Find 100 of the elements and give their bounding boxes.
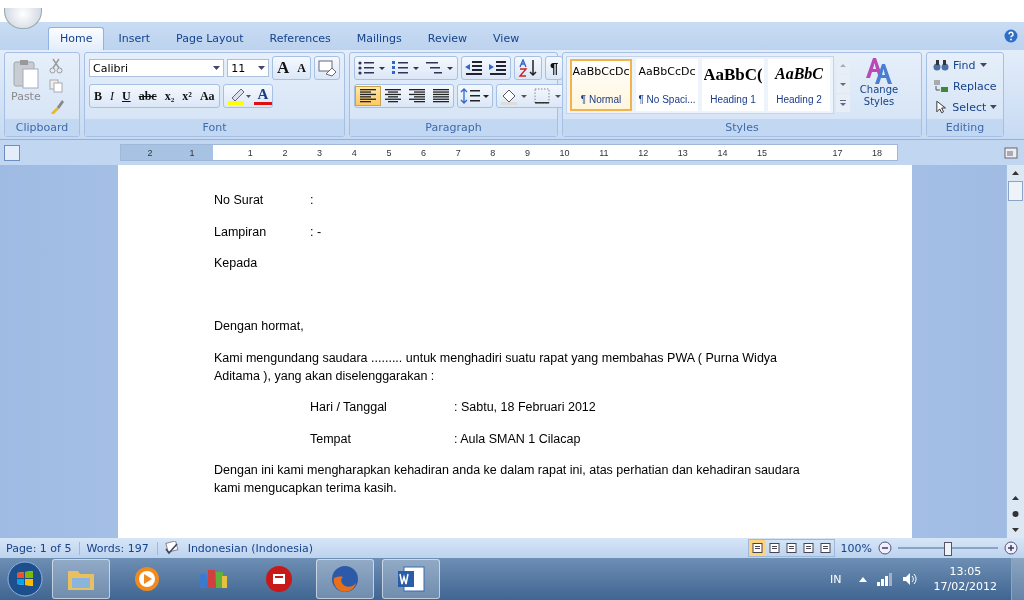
ribbon-tab[interactable]: Insert: [106, 27, 163, 50]
field-value: : -: [310, 223, 322, 241]
ruler-number: 11: [599, 147, 609, 158]
line-spacing-icon[interactable]: [460, 87, 490, 105]
font-name-field[interactable]: Calibri: [89, 59, 225, 77]
scroll-down-icon[interactable]: [836, 75, 850, 93]
shading-icon[interactable]: [499, 87, 529, 105]
field-label: Kepada: [214, 255, 259, 272]
format-button[interactable]: Aa: [195, 86, 219, 106]
start-button[interactable]: [6, 560, 44, 598]
ruler-number: 3: [317, 147, 323, 158]
format-button[interactable]: x₂: [160, 86, 179, 106]
tab-selector[interactable]: [4, 144, 20, 161]
shrink-font-button[interactable]: A: [293, 58, 310, 78]
ruler-number: 18: [872, 147, 883, 158]
page-count[interactable]: Page: 1 of 5: [6, 541, 81, 555]
ribbon-tab[interactable]: Page Layout: [164, 27, 256, 50]
group-title: Font: [85, 119, 344, 136]
scroll-thumb[interactable]: [1008, 181, 1023, 201]
more-styles-icon[interactable]: [836, 94, 850, 112]
zoom-level[interactable]: 100%: [840, 541, 872, 555]
align-button[interactable]: [355, 86, 381, 106]
ruler-number: 2: [147, 147, 153, 158]
document-icon: [396, 565, 426, 593]
group-title: Paragraph: [350, 119, 557, 136]
caret-icon: [213, 66, 221, 70]
sort-icon[interactable]: [517, 59, 539, 77]
grow-font-button[interactable]: A: [273, 58, 294, 78]
multilevel-list-icon[interactable]: [425, 59, 455, 77]
globe-icon: [330, 564, 360, 594]
taskbar-button[interactable]: [316, 559, 374, 599]
format-button[interactable]: x²: [178, 86, 196, 106]
format-button[interactable]: abc: [134, 86, 161, 106]
ribbon-tab[interactable]: Home: [48, 27, 105, 50]
ruler-number: 1: [189, 147, 195, 158]
change-styles-icon: [864, 56, 894, 84]
ribbon-tab[interactable]: View: [481, 27, 532, 50]
ruler-number: 10: [559, 147, 570, 158]
proofing-icon[interactable]: [163, 541, 182, 555]
taskbar-button[interactable]: [382, 559, 440, 599]
style-preset[interactable]: AaBbCcDc ¶ Normal: [570, 59, 632, 111]
style-preset[interactable]: AaBbC( Heading 1: [702, 59, 764, 111]
ruler-number: 7: [455, 147, 461, 158]
detail-label: Hari / Tanggal: [310, 399, 388, 416]
bullets-icon[interactable]: [357, 59, 387, 77]
ribbon-tab[interactable]: Review: [415, 27, 480, 50]
ruler-number: 12: [638, 147, 649, 158]
editing-button[interactable]: Replace: [931, 77, 999, 95]
format-button[interactable]: U: [118, 86, 135, 106]
language-status[interactable]: Indonesian (Indonesia): [187, 541, 322, 555]
zoom-in-icon[interactable]: [1004, 541, 1018, 555]
show-hidden-icons[interactable]: [857, 575, 868, 583]
word-count[interactable]: Words: 197: [86, 541, 158, 555]
ribbon-tab[interactable]: References: [257, 27, 343, 50]
clock-time[interactable]: 13:05: [949, 564, 982, 579]
signal-icon[interactable]: [875, 572, 894, 586]
volume-icon[interactable]: [901, 572, 918, 586]
detail-label: Tempat: [310, 430, 352, 448]
format-button[interactable]: I: [106, 86, 118, 106]
ruler-number: 4: [351, 147, 357, 158]
style-preset[interactable]: AaBbC Heading 2: [768, 59, 830, 111]
ruler-number: 17: [832, 147, 843, 158]
input-language[interactable]: IN: [830, 572, 842, 586]
change-styles-button[interactable]: Change Styles: [852, 56, 906, 108]
ruler-number: 8: [490, 147, 496, 158]
help-icon[interactable]: [1004, 29, 1018, 43]
vertical-scrollbar[interactable]: [1006, 165, 1024, 538]
play-icon: [133, 565, 161, 593]
clock-date[interactable]: 17/02/2012: [933, 579, 997, 594]
editing-button[interactable]: Select: [931, 98, 999, 116]
app-logo-icon: [264, 564, 294, 594]
font-size-field[interactable]: 11: [227, 59, 270, 77]
borders-icon[interactable]: [533, 87, 563, 105]
editing-button[interactable]: Find: [931, 56, 999, 74]
highlight-icon[interactable]: [225, 86, 252, 106]
numbering-icon[interactable]: [391, 59, 421, 77]
body-paragraph: Kami mengundang saudara ......... untuk menghadiri suatu rapat yang membahas PWA ( Purna Widya Aditama ), yang akan diselenggarakan :: [214, 349, 779, 385]
format-button[interactable]: B: [90, 86, 106, 106]
ruler-number: 2: [282, 147, 288, 158]
decrease-indent-icon[interactable]: [464, 59, 484, 77]
detail-value: : Sabtu, 18 Februari 2012: [454, 399, 596, 416]
increase-indent-icon[interactable]: [488, 59, 508, 77]
body-paragraph: Dengan ini kami mengharapkan kehadiran anda ke dalam rapat ini, atas perhatian dan kehadiran saudara kami mengucapkan terima kasih.: [214, 462, 801, 497]
zoom-slider-thumb[interactable]: [944, 542, 952, 556]
zoom-slider[interactable]: [898, 541, 998, 555]
ruler-number: 1: [247, 147, 253, 158]
view-mode-button[interactable]: [748, 540, 766, 556]
field-label: No Surat: [214, 192, 265, 209]
ruler-number: 13: [677, 147, 688, 158]
ruler-number: 5: [386, 147, 392, 158]
style-preset[interactable]: AaBbCcDc ¶ No Spaci...: [636, 59, 698, 111]
ruler-number: 9: [524, 147, 530, 158]
clear-format-icon[interactable]: [317, 59, 337, 77]
replace-icon: [933, 79, 949, 93]
ribbon-tab[interactable]: Mailings: [344, 27, 414, 50]
caret-icon: [258, 66, 266, 70]
group-title: Editing: [927, 119, 1003, 136]
zoom-out-icon[interactable]: [878, 541, 892, 555]
show-marks-button[interactable]: ¶: [546, 58, 563, 78]
ruler-number: 15: [757, 147, 768, 158]
